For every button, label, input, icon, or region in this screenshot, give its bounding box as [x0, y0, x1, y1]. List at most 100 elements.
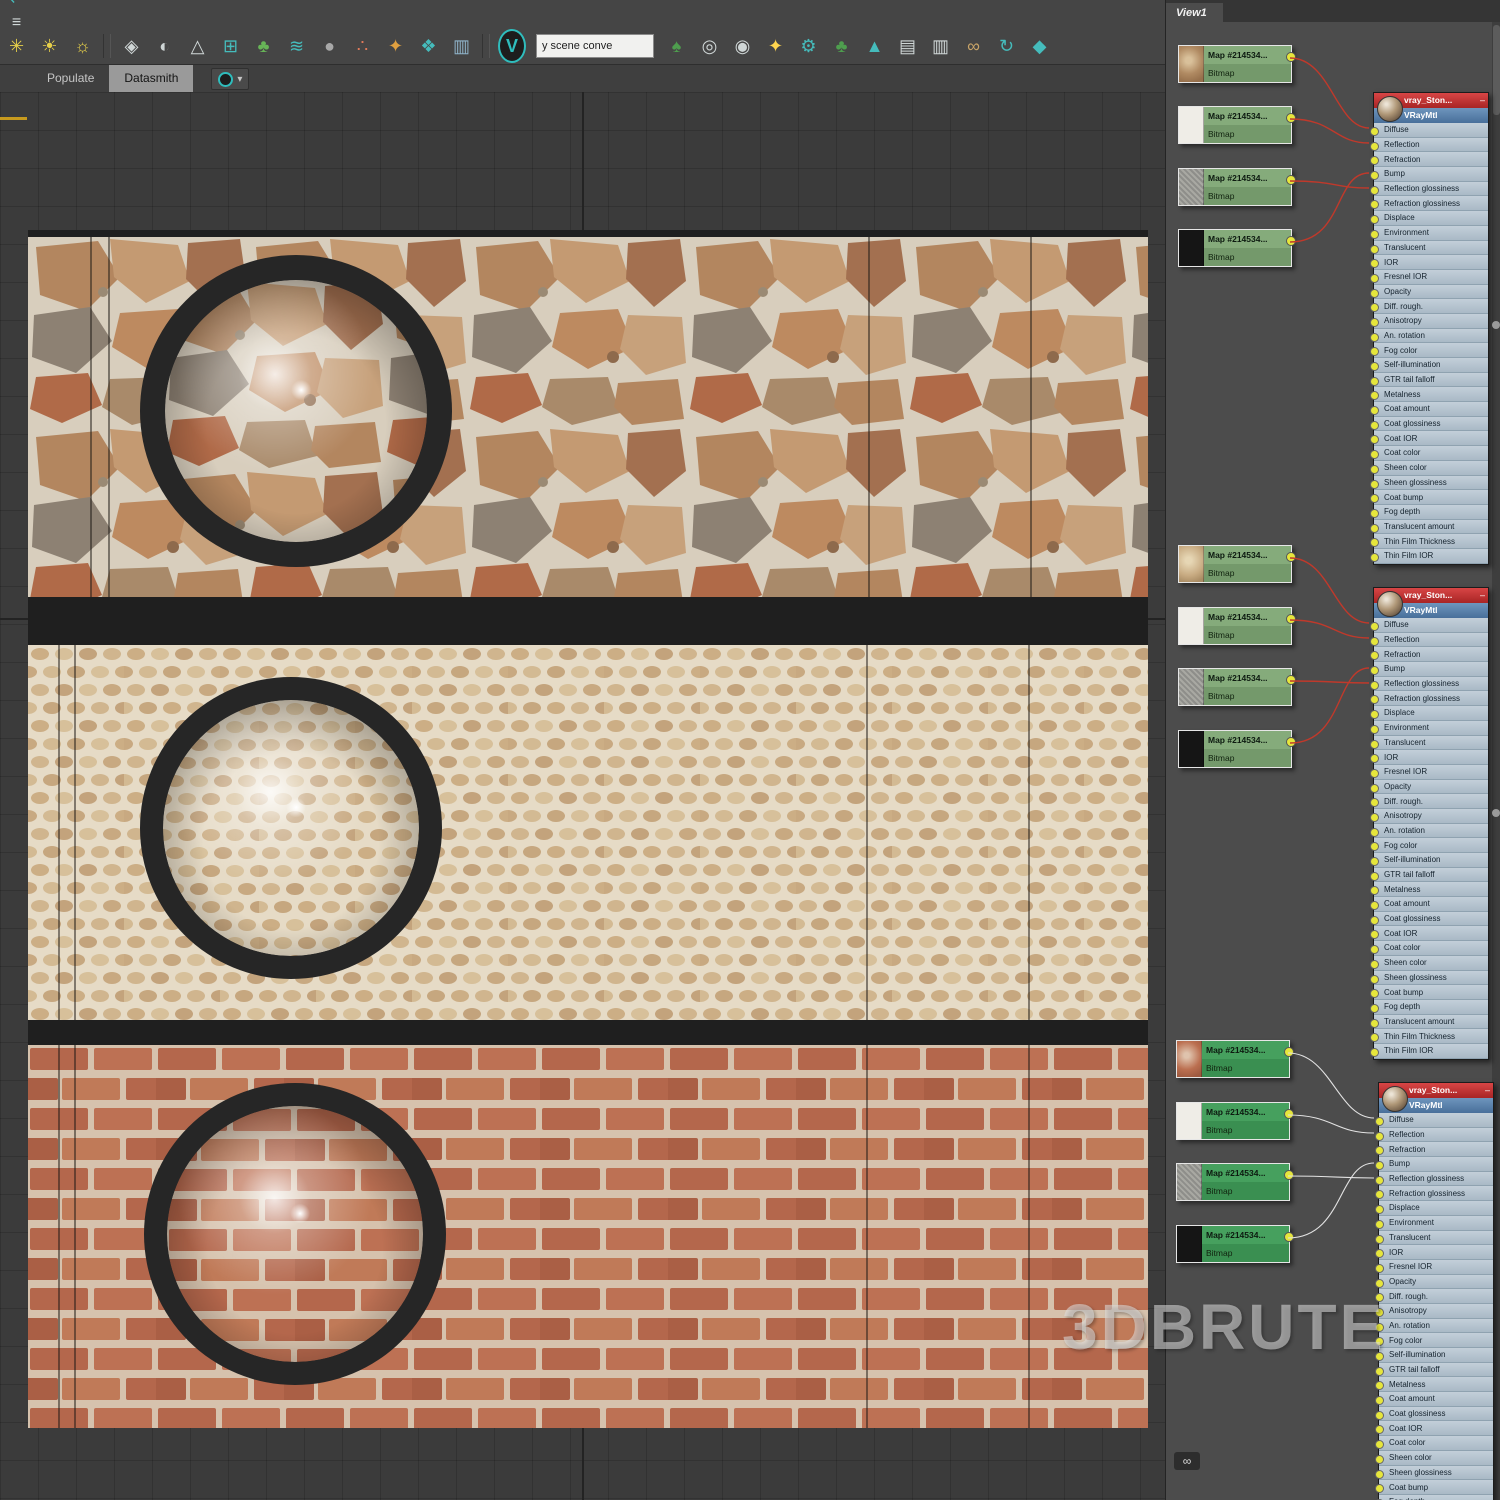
- vray-param-row[interactable]: Translucent: [1379, 1231, 1493, 1246]
- fountain-icon[interactable]: ≋: [280, 31, 313, 61]
- vray-param-row[interactable]: Anisotropy: [1374, 314, 1488, 329]
- vray-param-row[interactable]: Thin Film Thickness: [1374, 534, 1488, 549]
- vray-param-row[interactable]: Coat IOR: [1379, 1421, 1493, 1436]
- scene-converter-input[interactable]: [536, 34, 654, 58]
- param-input-socket[interactable]: [1370, 391, 1379, 400]
- param-input-socket[interactable]: [1375, 1455, 1384, 1464]
- vray-param-row[interactable]: Anisotropy: [1379, 1304, 1493, 1319]
- collapse-icon[interactable]: –: [1485, 1083, 1490, 1097]
- trees-icon[interactable]: ♣: [825, 31, 858, 61]
- param-input-socket[interactable]: [1375, 1411, 1384, 1420]
- param-input-socket[interactable]: [1370, 886, 1379, 895]
- bitmap-node-reflection[interactable]: Map #214534... Bitmap: [1178, 106, 1292, 144]
- material-sphere-brick[interactable]: [167, 1106, 423, 1362]
- view-tab[interactable]: View1: [1166, 3, 1223, 22]
- param-input-socket[interactable]: [1370, 259, 1379, 268]
- vray-param-row[interactable]: Sheen glossiness: [1379, 1466, 1493, 1481]
- output-socket[interactable]: [1286, 737, 1296, 747]
- vray-param-row[interactable]: Sheen glossiness: [1374, 476, 1488, 491]
- shaded-sphere-icon[interactable]: ◐: [148, 31, 181, 61]
- param-input-socket[interactable]: [1370, 975, 1379, 984]
- vray-param-row[interactable]: Diff. rough.: [1374, 299, 1488, 314]
- bitmap-node-glossiness[interactable]: Map #214534... Bitmap: [1178, 168, 1292, 206]
- vraymtl-node-3[interactable]: vray_Ston... – VRayMtl Diffuse Reflectio…: [1378, 1082, 1494, 1500]
- vray-param-row[interactable]: Thin Film IOR: [1374, 549, 1488, 564]
- param-input-socket[interactable]: [1370, 347, 1379, 356]
- param-input-socket[interactable]: [1370, 377, 1379, 386]
- param-input-socket[interactable]: [1370, 637, 1379, 646]
- pyramid-icon[interactable]: △: [181, 31, 214, 61]
- param-input-socket[interactable]: [1375, 1484, 1384, 1493]
- param-input-socket[interactable]: [1370, 651, 1379, 660]
- param-input-socket[interactable]: [1370, 333, 1379, 342]
- vray-param-row[interactable]: Reflection: [1374, 138, 1488, 153]
- param-input-socket[interactable]: [1370, 186, 1379, 195]
- vray-param-row[interactable]: Refraction glossiness: [1374, 196, 1488, 211]
- vray-param-row[interactable]: Anisotropy: [1374, 809, 1488, 824]
- vray-param-row[interactable]: Diffuse: [1374, 123, 1488, 138]
- vray-param-row[interactable]: Environment: [1379, 1216, 1493, 1231]
- param-input-socket[interactable]: [1370, 695, 1379, 704]
- param-input-socket[interactable]: [1370, 200, 1379, 209]
- vray-param-row[interactable]: Environment: [1374, 226, 1488, 241]
- vray-param-row[interactable]: Bump: [1379, 1157, 1493, 1172]
- param-input-socket[interactable]: [1370, 681, 1379, 690]
- vray-param-row[interactable]: Metalness: [1379, 1377, 1493, 1392]
- param-input-socket[interactable]: [1370, 798, 1379, 807]
- vray-param-row[interactable]: Self-illumination: [1379, 1348, 1493, 1363]
- param-input-socket[interactable]: [1370, 842, 1379, 851]
- param-input-socket[interactable]: [1375, 1161, 1384, 1170]
- vray-param-row[interactable]: Reflection glossiness: [1374, 677, 1488, 692]
- vray-param-row[interactable]: Sheen glossiness: [1374, 971, 1488, 986]
- vray-param-row[interactable]: Coat glossiness: [1374, 417, 1488, 432]
- ring-array-icon[interactable]: ◆: [1023, 31, 1056, 61]
- param-input-socket[interactable]: [1370, 1033, 1379, 1042]
- vray-param-row[interactable]: Coat glossiness: [1379, 1407, 1493, 1422]
- tree-icon[interactable]: ♠: [660, 31, 693, 61]
- param-input-socket[interactable]: [1375, 1220, 1384, 1229]
- scatter-array-icon[interactable]: ⊞: [214, 31, 247, 61]
- param-input-socket[interactable]: [1375, 1205, 1384, 1214]
- vray-param-row[interactable]: Fog color: [1379, 1333, 1493, 1348]
- collapse-icon[interactable]: –: [1480, 93, 1485, 107]
- param-input-socket[interactable]: [1370, 872, 1379, 881]
- output-socket[interactable]: [1286, 552, 1296, 562]
- param-input-socket[interactable]: [1370, 1019, 1379, 1028]
- material-sphere-cobblestone[interactable]: [163, 700, 419, 956]
- param-input-socket[interactable]: [1370, 1048, 1379, 1057]
- output-socket[interactable]: [1286, 52, 1296, 62]
- vray-param-row[interactable]: Environment: [1374, 721, 1488, 736]
- vray-param-row[interactable]: An. rotation: [1374, 824, 1488, 839]
- param-input-socket[interactable]: [1370, 740, 1379, 749]
- bitmap-node-bump[interactable]: Map #214534... Bitmap: [1176, 1225, 1290, 1263]
- param-input-socket[interactable]: [1370, 538, 1379, 547]
- vray-param-row[interactable]: Refraction glossiness: [1374, 691, 1488, 706]
- pages-icon[interactable]: ▥: [924, 31, 957, 61]
- output-socket[interactable]: [1284, 1170, 1294, 1180]
- bitmap-node-diffuse[interactable]: Map #214534... Bitmap: [1178, 45, 1292, 83]
- vray-param-row[interactable]: Translucent: [1374, 736, 1488, 751]
- vray-param-row[interactable]: Fog depth: [1379, 1495, 1493, 1500]
- param-input-socket[interactable]: [1370, 289, 1379, 298]
- param-input-socket[interactable]: [1370, 494, 1379, 503]
- param-input-socket[interactable]: [1370, 945, 1379, 954]
- tab-populate[interactable]: Populate: [32, 65, 109, 92]
- vray-param-row[interactable]: Refraction: [1379, 1142, 1493, 1157]
- video-camera-icon[interactable]: ◉: [726, 31, 759, 61]
- vray-param-row[interactable]: Refraction glossiness: [1379, 1186, 1493, 1201]
- vray-param-row[interactable]: Reflection: [1374, 633, 1488, 648]
- vray-param-row[interactable]: Reflection: [1379, 1128, 1493, 1143]
- vray-param-row[interactable]: GTR tail falloff: [1374, 868, 1488, 883]
- bitmap-node-bump[interactable]: Map #214534... Bitmap: [1178, 730, 1292, 768]
- particle-icon[interactable]: ∴: [346, 31, 379, 61]
- vray-param-row[interactable]: Thin Film Thickness: [1374, 1029, 1488, 1044]
- vray-param-row[interactable]: Fresnel IOR: [1379, 1260, 1493, 1275]
- foliage-icon[interactable]: ♣: [247, 31, 280, 61]
- param-input-socket[interactable]: [1370, 156, 1379, 165]
- param-input-socket[interactable]: [1370, 303, 1379, 312]
- vray-param-row[interactable]: An. rotation: [1374, 329, 1488, 344]
- vray-param-row[interactable]: Metalness: [1374, 387, 1488, 402]
- param-input-socket[interactable]: [1370, 245, 1379, 254]
- vray-param-row[interactable]: Coat amount: [1374, 897, 1488, 912]
- param-input-socket[interactable]: [1370, 435, 1379, 444]
